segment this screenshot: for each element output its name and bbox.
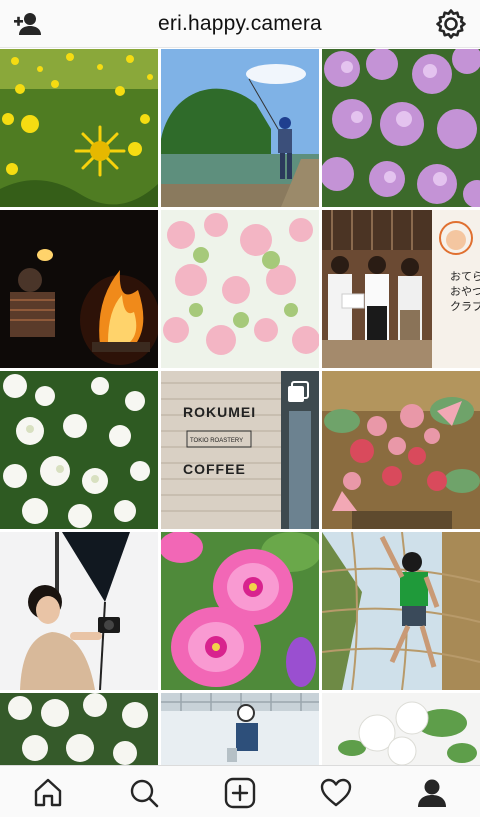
cafe-sign-line2: TOKIO ROASTERY bbox=[190, 438, 243, 444]
cafe-sign-line1: ROKUMEI bbox=[183, 404, 256, 420]
photo-tile-cycling[interactable] bbox=[161, 693, 319, 765]
heart-icon[interactable] bbox=[319, 776, 353, 810]
photo-tile-bouquet[interactable] bbox=[322, 371, 480, 529]
photo-tile-campfire[interactable] bbox=[0, 210, 158, 368]
photo-tile-cafe-sign[interactable]: ROKUMEI TOKIO ROASTERY COFFEE bbox=[161, 371, 319, 529]
photo-tile-white-flowers[interactable] bbox=[0, 693, 158, 765]
photo-tile-photographer[interactable] bbox=[0, 532, 158, 690]
multiple-photos-icon bbox=[287, 381, 309, 403]
profile-icon[interactable] bbox=[415, 776, 449, 810]
gear-icon[interactable] bbox=[434, 7, 468, 41]
home-icon[interactable] bbox=[31, 776, 65, 810]
photo-tile-lilac[interactable] bbox=[322, 49, 480, 207]
search-icon[interactable] bbox=[127, 776, 161, 810]
banner-text-1: おてら bbox=[450, 270, 480, 283]
photo-tile-cherry-blossoms[interactable] bbox=[161, 210, 319, 368]
top-navigation-bar: eri.happy.camera bbox=[0, 0, 480, 48]
add-post-icon[interactable] bbox=[223, 776, 257, 810]
photo-tile-white-spirea[interactable] bbox=[0, 371, 158, 529]
photo-grid: おてら おやつ クラブ ROKUMEI TOKIO ROASTERY COFFE… bbox=[0, 49, 480, 765]
banner-text-3: クラブ bbox=[450, 299, 480, 313]
photo-tile-climbing[interactable] bbox=[322, 532, 480, 690]
photo-tile-white-bouquet[interactable] bbox=[322, 693, 480, 765]
bottom-tab-bar bbox=[0, 765, 480, 817]
banner-text-2: おやつ bbox=[450, 285, 480, 298]
cafe-sign-line3: COFFEE bbox=[183, 461, 246, 477]
photo-tile-fishing[interactable] bbox=[161, 49, 319, 207]
profile-username: eri.happy.camera bbox=[158, 12, 322, 35]
photo-tile-people-sign[interactable]: おてら おやつ クラブ bbox=[322, 210, 480, 368]
photo-tile-gerbera[interactable] bbox=[161, 532, 319, 690]
photo-tile-dandelions[interactable] bbox=[0, 49, 158, 207]
